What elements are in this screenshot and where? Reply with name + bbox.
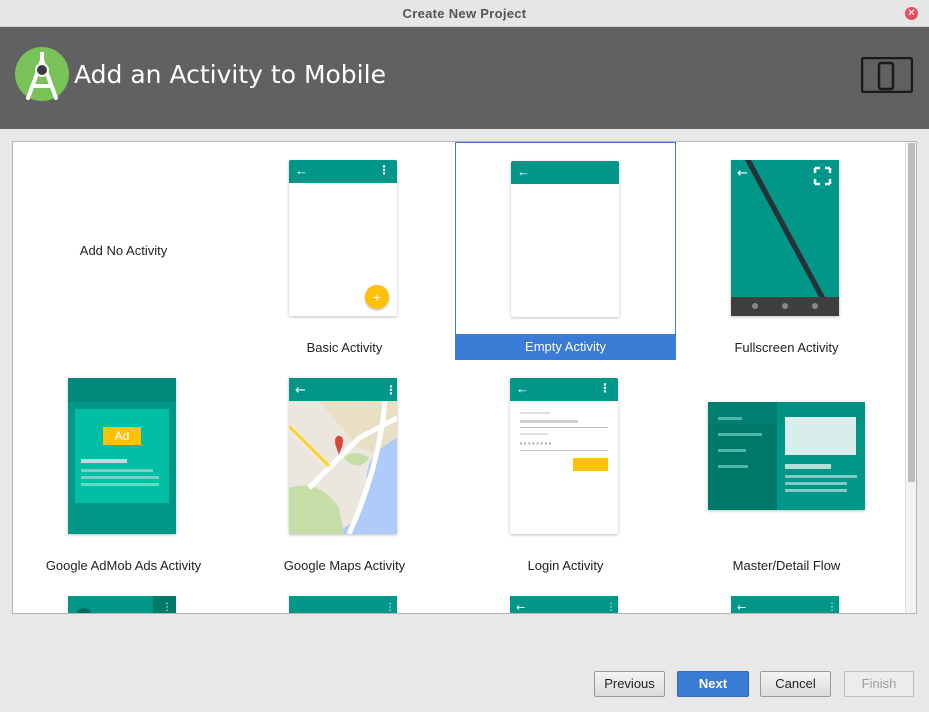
back-arrow-icon: ← <box>295 163 308 178</box>
template-basic-activity[interactable]: ← ⋮ + Basic Activity <box>234 142 455 360</box>
android-studio-icon <box>15 47 69 101</box>
svg-text:⋮: ⋮ <box>827 602 837 613</box>
template-label: Basic Activity <box>306 340 383 355</box>
template-fullscreen-activity[interactable]: ← Fullscreen Activity <box>676 142 897 360</box>
activity-gallery: Add No Activity ← ⋮ + Basic Activity ← Em… <box>12 141 917 614</box>
template-master-detail-flow[interactable]: Master/Detail Flow <box>676 360 897 578</box>
svg-text:⋮: ⋮ <box>385 602 395 613</box>
window-title: Create New Project <box>402 6 527 21</box>
svg-text:←: ← <box>516 601 525 614</box>
ad-badge: Ad <box>114 429 130 443</box>
template-label: Login Activity <box>527 558 604 573</box>
cancel-button[interactable]: Cancel <box>760 671 831 697</box>
back-arrow-icon: ← <box>517 164 530 179</box>
phone-tablet-icon <box>861 57 913 93</box>
svg-text:⋮: ⋮ <box>385 383 397 397</box>
fullscreen-activity-thumbnail: ← <box>731 160 839 316</box>
gallery-scrollbar[interactable] <box>905 142 916 613</box>
wizard-header: Add an Activity to Mobile <box>0 27 929 129</box>
svg-text:⋮: ⋮ <box>162 602 172 613</box>
template-label: Master/Detail Flow <box>732 558 841 573</box>
template-label: Fullscreen Activity <box>734 340 839 355</box>
svg-text:←: ← <box>737 601 746 614</box>
close-icon[interactable]: ✕ <box>905 7 918 20</box>
template-label: Google AdMob Ads Activity <box>45 558 202 573</box>
template-empty-activity[interactable]: ← Empty Activity <box>455 142 676 360</box>
template-label: Google Maps Activity <box>283 558 406 573</box>
basic-activity-thumbnail: ← ⋮ + <box>289 160 397 316</box>
template-login-activity[interactable]: ← ⋮ •••••••• Login Activity <box>455 360 676 578</box>
maps-activity-thumbnail: ← ⋮ <box>287 378 399 536</box>
svg-text:••••••••: •••••••• <box>519 440 552 448</box>
template-label: Add No Activity <box>79 243 168 258</box>
master-detail-thumbnail <box>708 402 865 510</box>
template-row3-4[interactable]: ← ⋮ <box>676 578 897 614</box>
template-label: Empty Activity <box>456 334 675 359</box>
previous-button[interactable]: Previous <box>594 671 665 697</box>
template-row3-3[interactable]: ← ⋮ <box>455 578 676 614</box>
login-activity-thumbnail: ← ⋮ •••••••• <box>510 378 618 534</box>
scrollbar-thumb[interactable] <box>908 143 915 482</box>
template-row3-1[interactable]: ⋮ <box>13 578 234 613</box>
overflow-menu-icon: ⋮ <box>378 163 390 177</box>
template-maps-activity[interactable]: ← ⋮ Google Maps Activity <box>234 360 455 578</box>
empty-activity-thumbnail: ← <box>511 161 619 317</box>
window-titlebar: Create New Project ✕ <box>0 0 929 27</box>
next-button[interactable]: Next <box>677 671 749 697</box>
svg-text:←: ← <box>737 166 748 181</box>
finish-button[interactable]: Finish <box>844 671 914 697</box>
template-row3-2[interactable]: ⋮ <box>234 578 455 613</box>
admob-activity-thumbnail: Ad <box>68 378 176 534</box>
svg-text:⋮: ⋮ <box>606 602 616 613</box>
template-add-no-activity[interactable]: Add No Activity <box>13 142 234 360</box>
page-title: Add an Activity to Mobile <box>74 60 386 89</box>
fab-plus-icon: + <box>365 285 389 309</box>
svg-text:←: ← <box>295 383 306 398</box>
template-admob-activity[interactable]: Ad Google AdMob Ads Activity <box>13 360 234 578</box>
